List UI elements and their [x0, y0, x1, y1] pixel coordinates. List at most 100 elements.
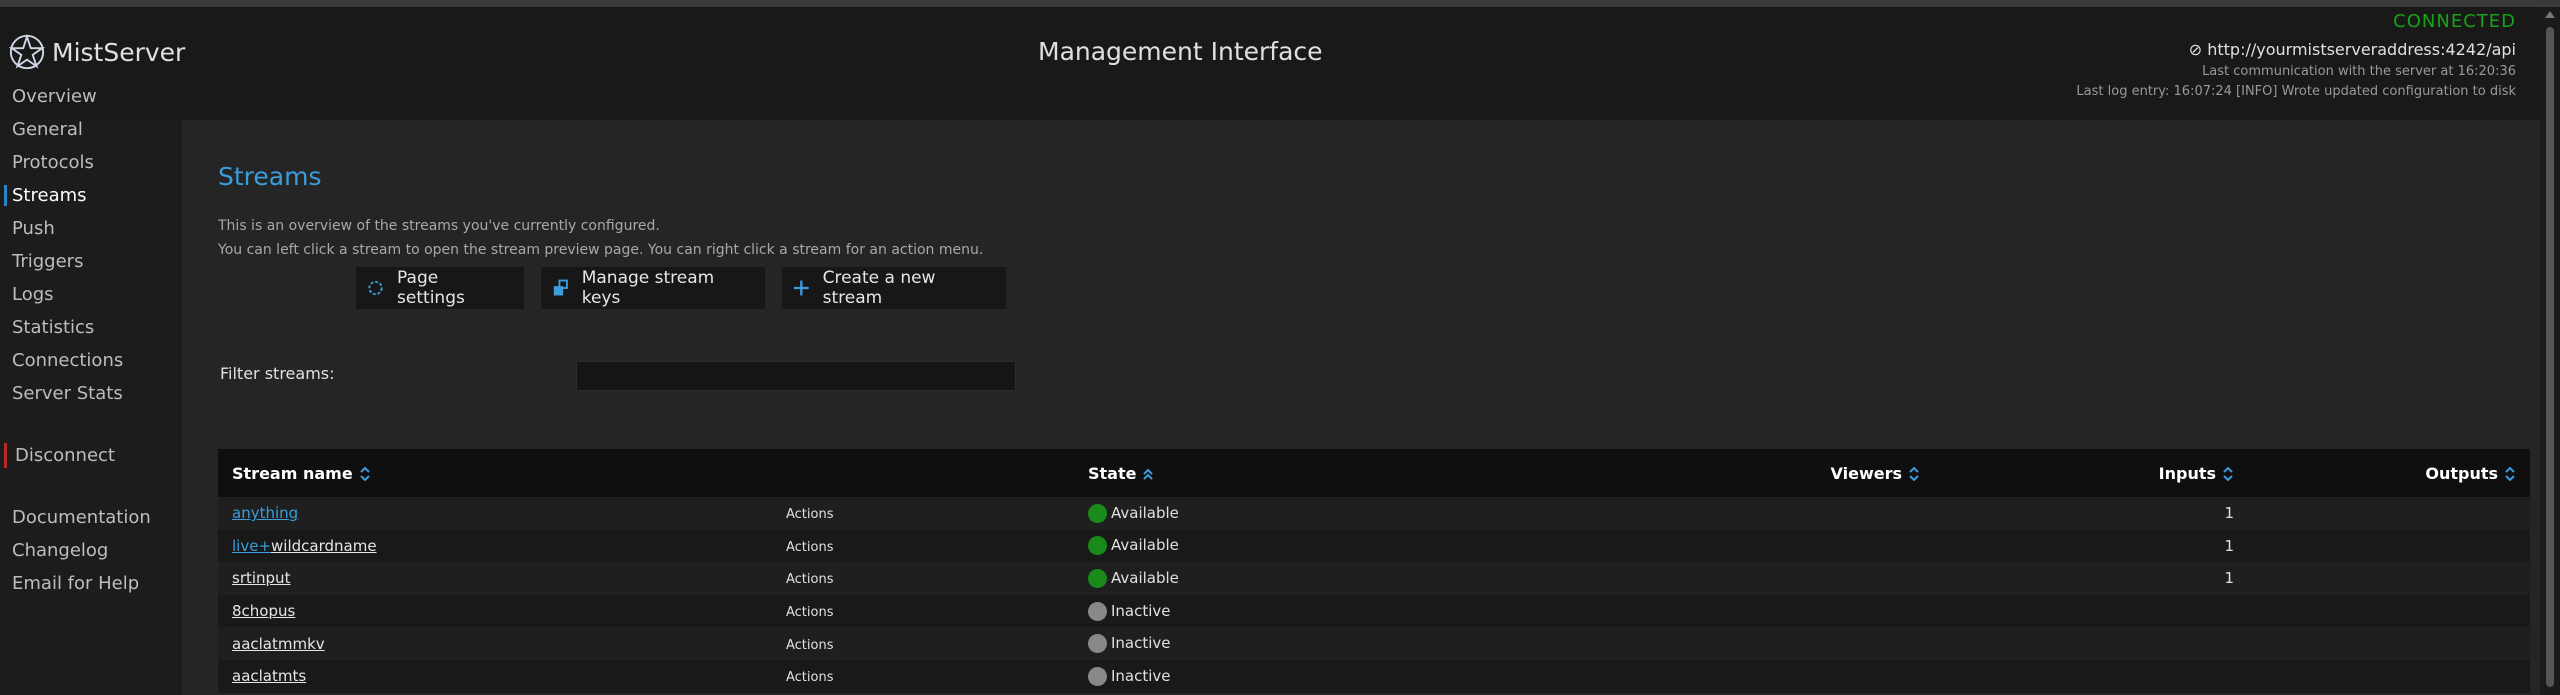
stream-name-link[interactable]: 8chopus: [232, 602, 295, 620]
stream-state: Available: [1111, 568, 1179, 587]
stream-inputs: 1: [1934, 562, 2248, 595]
column-header-state[interactable]: State: [1074, 449, 1722, 497]
column-header-actions: [772, 449, 1074, 497]
page-settings-label: Page settings: [397, 268, 465, 308]
status-dot-icon: [1088, 536, 1107, 556]
sidebar-item-triggers[interactable]: Triggers: [0, 245, 180, 278]
column-header-outputs[interactable]: Outputs: [2248, 449, 2530, 497]
sidebar-item-logs[interactable]: Logs: [0, 278, 180, 311]
sort-arrows-icon: [2505, 467, 2515, 481]
stream-outputs: [2248, 659, 2530, 693]
sidebar: Overview General Protocols Streams Push …: [0, 80, 180, 600]
page-description: This is an overview of the streams you'v…: [218, 214, 983, 262]
column-header-inputs[interactable]: Inputs: [1934, 449, 2248, 497]
table-row[interactable]: aaclatmmkv Actions Inactive: [218, 627, 2530, 660]
stream-state: Inactive: [1111, 666, 1171, 685]
actions-button[interactable]: Actions: [786, 507, 834, 522]
column-header-label: Inputs: [2158, 463, 2216, 483]
plus-icon: [793, 280, 809, 296]
table-row[interactable]: srtinput Actions Available 1: [218, 562, 2530, 595]
page-heading: Management Interface: [1038, 37, 1323, 66]
stream-state: Available: [1111, 503, 1179, 522]
header: MistServer Management Interface CONNECTE…: [0, 7, 2540, 119]
stream-name-link[interactable]: aaclatmts: [232, 667, 306, 685]
stream-inputs: [1934, 594, 2248, 628]
create-stream-label: Create a new stream: [822, 268, 936, 308]
connection-status: CONNECTED: [2393, 11, 2516, 32]
server-address: ⊘ http://yourmistserveraddress:4242/api: [2076, 40, 2516, 59]
scroll-up-icon[interactable]: [2545, 11, 2555, 18]
create-stream-button[interactable]: Create a new stream: [782, 267, 1006, 309]
stream-viewers: [1722, 529, 1934, 563]
stream-name-link[interactable]: anything: [232, 504, 298, 522]
status-dot-icon: [1088, 666, 1107, 686]
sidebar-item-server-stats[interactable]: Server Stats: [0, 377, 180, 410]
sort-arrows-icon: [359, 467, 370, 481]
description-line-2: You can left click a stream to open the …: [218, 242, 984, 258]
stream-name-link[interactable]: wildcardname: [271, 537, 377, 555]
stream-prefix-link[interactable]: live+: [232, 537, 271, 555]
table-row[interactable]: live+wildcardname Actions Available 1: [218, 529, 2530, 563]
table-row[interactable]: 8chopus Actions Inactive: [218, 594, 2530, 628]
column-header-label: Outputs: [2425, 463, 2498, 483]
actions-button[interactable]: Actions: [786, 572, 834, 587]
status-dot-icon: [1088, 503, 1107, 523]
last-log-entry: Last log entry: 16:07:24 [INFO] Wrote up…: [2076, 84, 2516, 99]
status-dot-icon: [1088, 568, 1107, 588]
stream-inputs: [1934, 627, 2248, 660]
sort-ascending-icon: [1143, 468, 1154, 480]
column-header-label: Viewers: [1830, 463, 1902, 483]
sidebar-item-general[interactable]: General: [0, 113, 180, 146]
sidebar-item-disconnect[interactable]: Disconnect: [0, 439, 180, 472]
sidebar-item-statistics[interactable]: Statistics: [0, 311, 180, 344]
connection-info: CONNECTED ⊘ http://yourmistserveraddress…: [2076, 11, 2516, 99]
sort-arrows-icon: [1909, 467, 1919, 481]
scrollbar-thumb[interactable]: [2546, 27, 2554, 687]
logo[interactable]: MistServer: [8, 33, 185, 71]
stream-outputs: [2248, 529, 2530, 563]
link-icon: ⊘: [2188, 40, 2208, 59]
status-dot-icon: [1088, 601, 1107, 621]
page-title: Streams: [218, 162, 322, 191]
description-line-1: This is an overview of the streams you'v…: [218, 218, 660, 234]
stream-outputs: [2248, 497, 2530, 530]
sidebar-item-push[interactable]: Push: [0, 212, 180, 245]
window-top-strip: [0, 0, 2560, 7]
table-row[interactable]: anything Actions Available 1: [218, 497, 2530, 530]
manage-stream-keys-button[interactable]: Manage stream keys: [541, 267, 765, 309]
sidebar-item-streams[interactable]: Streams: [0, 179, 180, 212]
stream-name-link[interactable]: srtinput: [232, 569, 290, 587]
sidebar-item-email-help[interactable]: Email for Help: [0, 567, 180, 600]
actions-button[interactable]: Actions: [786, 540, 834, 555]
actions-button[interactable]: Actions: [786, 605, 834, 620]
stream-inputs: 1: [1934, 497, 2248, 530]
sidebar-item-connections[interactable]: Connections: [0, 344, 180, 377]
scrollbar[interactable]: [2540, 7, 2560, 695]
filter-streams-input[interactable]: [576, 361, 1016, 391]
stream-outputs: [2248, 594, 2530, 628]
stream-viewers: [1722, 594, 1934, 628]
stream-viewers: [1722, 497, 1934, 530]
column-header-stream-name[interactable]: Stream name: [218, 449, 772, 497]
sidebar-item-documentation[interactable]: Documentation: [0, 501, 180, 534]
column-header-label: State: [1088, 463, 1137, 483]
stream-name-link[interactable]: aaclatmmkv: [232, 635, 325, 653]
sidebar-item-changelog[interactable]: Changelog: [0, 534, 180, 567]
sidebar-item-overview[interactable]: Overview: [0, 80, 180, 113]
table-row[interactable]: aaclatmts Actions Inactive: [218, 659, 2530, 693]
stream-inputs: [1934, 659, 2248, 693]
sidebar-item-protocols[interactable]: Protocols: [0, 146, 180, 179]
gear-icon: [368, 280, 383, 296]
stream-viewers: [1722, 627, 1934, 660]
mistserver-logo-icon: [8, 33, 46, 70]
key-icon: [553, 279, 568, 296]
sort-arrows-icon: [2223, 467, 2233, 481]
actions-button[interactable]: Actions: [786, 638, 834, 653]
stream-viewers: [1722, 562, 1934, 595]
page-settings-button[interactable]: Page settings: [356, 267, 524, 309]
server-address-text: http://yourmistserveraddress:4242/api: [2207, 40, 2516, 59]
actions-button[interactable]: Actions: [786, 670, 834, 685]
column-header-viewers[interactable]: Viewers: [1722, 449, 1934, 497]
